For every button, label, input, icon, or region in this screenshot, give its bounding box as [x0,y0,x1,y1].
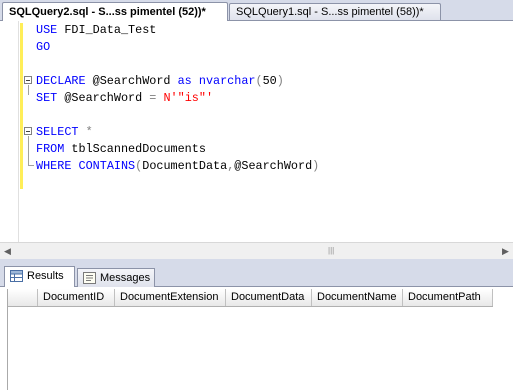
tab-label: SQLQuery1.sql - S...ss pimentel (58))* [236,6,424,18]
code-token: ) [276,74,284,88]
document-tab-strip: SQLQuery2.sql - S...ss pimentel (52))* S… [0,0,513,21]
horizontal-scrollbar[interactable]: ◀ ||| ▶ [0,242,513,259]
code-line[interactable]: SET @SearchWord = N'"is"' [36,90,319,107]
code-token: USE [36,23,58,37]
code-token: ) [312,159,320,173]
code-token: CONTAINS [78,159,136,173]
scroll-right-icon[interactable]: ▶ [502,246,509,257]
code-token: nvarchar [198,74,256,88]
column-header-documentid[interactable]: DocumentID [38,289,115,306]
code-token: * [85,125,93,139]
code-line[interactable] [36,107,319,124]
code-token: N'"is"' [163,91,214,105]
code-token: WHERE [36,159,72,173]
results-tab-strip: Results Messages [0,265,513,287]
grid-header: DocumentID DocumentExtension DocumentDat… [8,289,493,307]
code-token: @SearchWord [234,159,313,173]
results-tab-label: Results [27,270,64,282]
code-token: 50 [262,74,277,88]
tab-sqlquery2[interactable]: SQLQuery2.sql - S...ss pimentel (52))* [2,2,228,21]
code-token: GO [36,40,51,54]
change-tracking-bar [20,23,23,189]
results-grid[interactable]: DocumentID DocumentExtension DocumentDat… [0,287,513,390]
code-token: DECLARE [36,74,86,88]
fold-guide [28,85,29,95]
code-token: tblScannedDocuments [64,142,206,156]
fold-guide-end [28,165,34,166]
row-header-corner[interactable] [8,289,38,306]
collapse-icon[interactable] [24,76,32,84]
grid-icon [10,270,23,282]
messages-icon [83,272,96,284]
code-token: SET [36,91,58,105]
code-line[interactable]: GO [36,39,319,56]
editor-gutter [0,21,19,242]
code-token: as [177,74,192,88]
query-editor[interactable]: USE FDI_Data_Test GO DECLARE @SearchWord a… [0,21,513,242]
code-token: DocumentData [142,159,228,173]
code-token: FROM [36,142,65,156]
code-line[interactable]: SELECT * [36,124,319,141]
collapse-icon[interactable] [24,127,32,135]
scroll-left-icon[interactable]: ◀ [4,246,11,257]
code-token: FDI_Data_Test [57,23,157,37]
code-line[interactable]: WHERE CONTAINS(DocumentData,@SearchWord) [36,158,319,175]
column-header-documentdata[interactable]: DocumentData [226,289,312,306]
tab-sqlquery1[interactable]: SQLQuery1.sql - S...ss pimentel (58))* [229,3,441,20]
tab-results[interactable]: Results [4,266,75,287]
column-header-documentextension[interactable]: DocumentExtension [115,289,226,306]
code-line[interactable] [36,56,319,73]
column-header-documentname[interactable]: DocumentName [312,289,403,306]
code-line[interactable]: USE FDI_Data_Test [36,22,319,39]
code-token: @SearchWord [85,74,178,88]
code-token: SELECT [36,125,79,139]
code-line[interactable]: FROM tblScannedDocuments [36,141,319,158]
code-token: ( [255,74,263,88]
code-line[interactable]: DECLARE @SearchWord as nvarchar(50) [36,73,319,90]
messages-tab-label: Messages [100,272,151,284]
column-header-documentpath[interactable]: DocumentPath [403,289,493,306]
scrollbar-grip-icon[interactable]: ||| [328,247,336,255]
tab-label: SQLQuery2.sql - S...ss pimentel (52))* [9,6,206,18]
fold-guide [28,136,29,165]
tab-messages[interactable]: Messages [77,268,155,287]
code-token: @SearchWord [57,91,150,105]
code-text[interactable]: USE FDI_Data_Test GO DECLARE @SearchWord a… [36,22,319,175]
